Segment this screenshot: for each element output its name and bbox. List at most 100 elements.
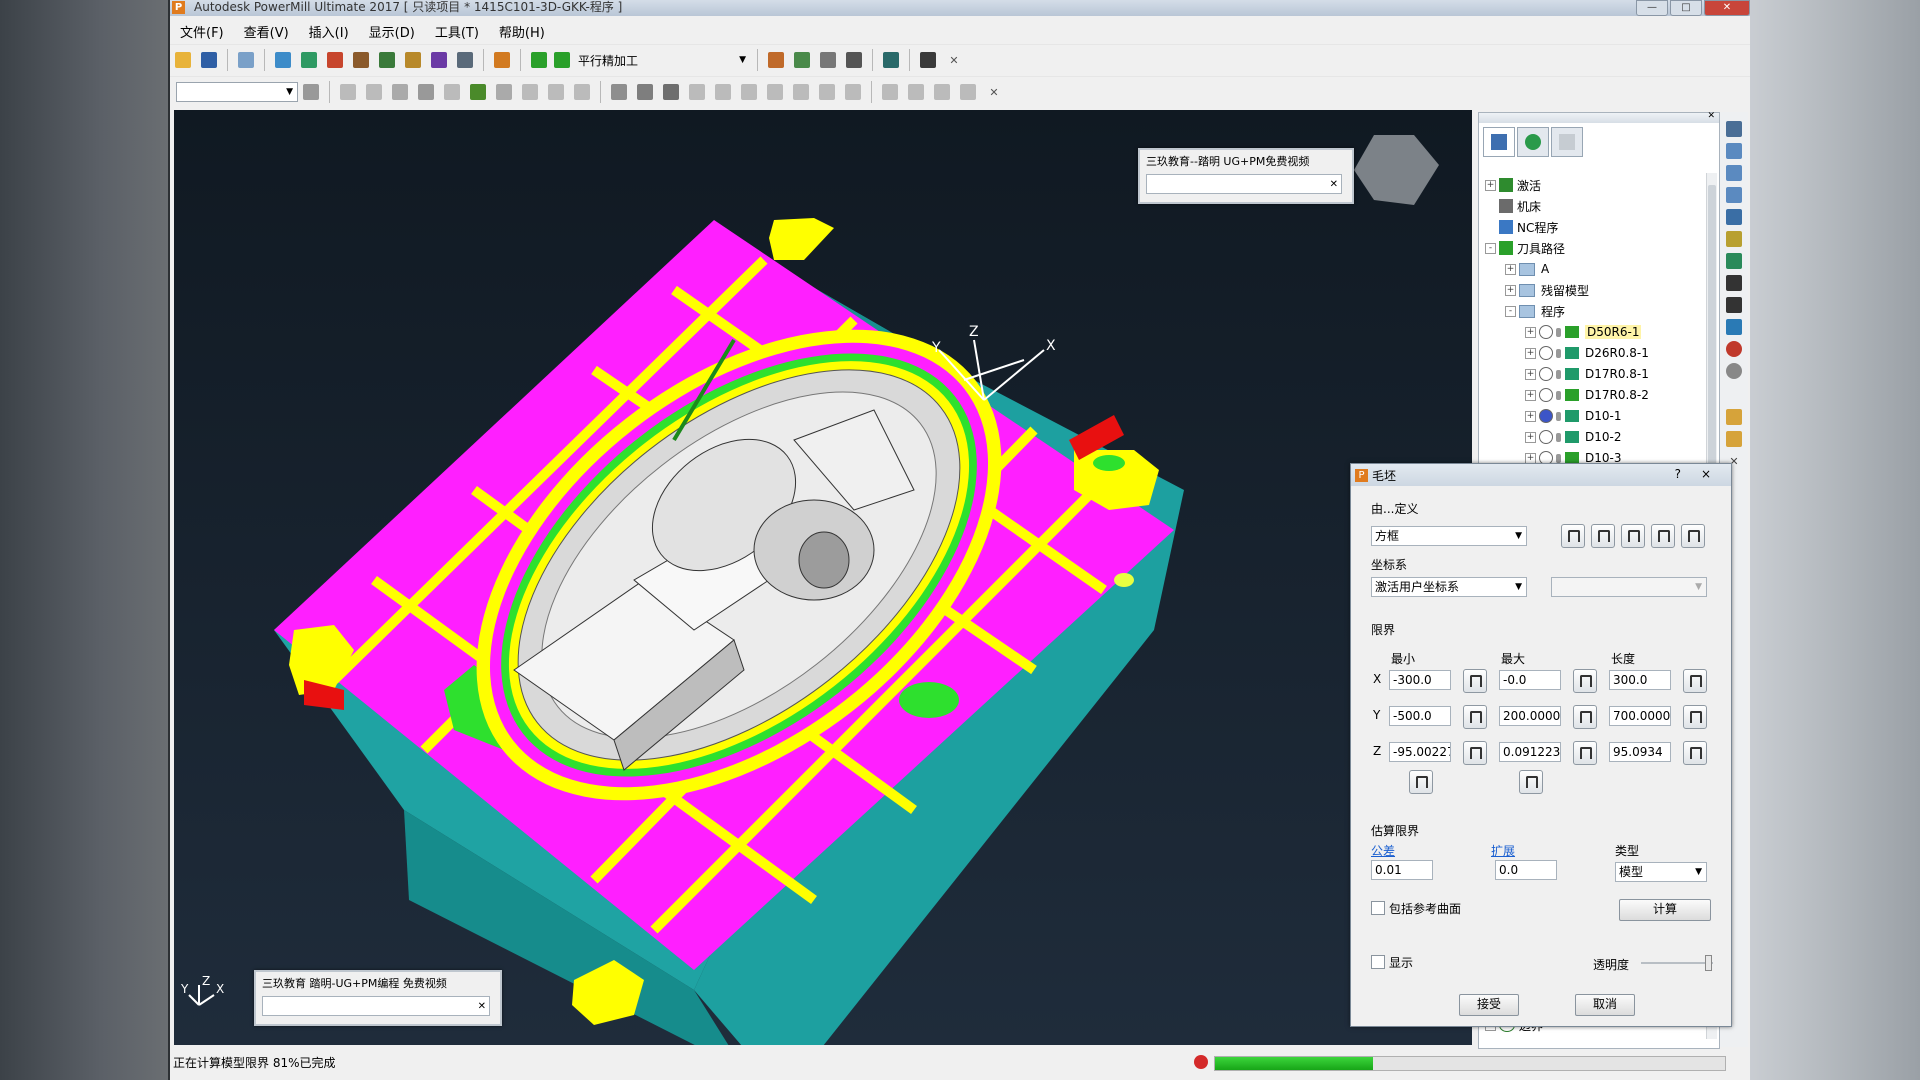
magnet-button[interactable] bbox=[931, 81, 953, 103]
points-button[interactable] bbox=[686, 81, 708, 103]
expand-link[interactable]: 扩展 bbox=[1491, 842, 1515, 859]
menu-help[interactable]: 帮助(H) bbox=[489, 22, 555, 41]
view-cube-icon[interactable] bbox=[1354, 135, 1439, 205]
check-icon[interactable] bbox=[1539, 388, 1553, 402]
lock-block-button[interactable] bbox=[1681, 524, 1705, 548]
x-max-lock-button[interactable] bbox=[1573, 669, 1597, 693]
copy-button[interactable] bbox=[519, 81, 541, 103]
boundary-button[interactable] bbox=[467, 81, 489, 103]
dialog-close-button[interactable]: × bbox=[1701, 467, 1711, 481]
sidebar-view-button-5[interactable] bbox=[1723, 206, 1745, 228]
close-icon[interactable]: ✕ bbox=[478, 997, 486, 1015]
menu-insert[interactable]: 插入(I) bbox=[299, 22, 359, 41]
curve-button[interactable] bbox=[712, 81, 734, 103]
z-min-pick-button[interactable] bbox=[1409, 770, 1433, 794]
expander-icon[interactable]: + bbox=[1525, 452, 1536, 464]
sidebar-frame-button[interactable] bbox=[1723, 294, 1745, 316]
shaded-view-button[interactable] bbox=[608, 81, 630, 103]
y-length-field[interactable]: 700.0000 bbox=[1609, 706, 1671, 726]
maximize-button[interactable]: □ bbox=[1670, 0, 1702, 16]
transparency-handle[interactable] bbox=[1705, 955, 1712, 971]
sidebar-view-button-3[interactable] bbox=[1723, 162, 1745, 184]
tree-item-1[interactable]: 机床 bbox=[1485, 196, 1541, 216]
menu-file[interactable]: 文件(F) bbox=[170, 22, 234, 41]
visibility-icon[interactable] bbox=[1556, 369, 1561, 379]
draft-button[interactable] bbox=[738, 81, 760, 103]
tool-button[interactable] bbox=[454, 49, 476, 71]
toolbar-close-button[interactable]: ✕ bbox=[943, 49, 965, 71]
plain-shade-button[interactable] bbox=[634, 81, 656, 103]
slope-button[interactable] bbox=[790, 81, 812, 103]
sidebar-globe-button[interactable] bbox=[1723, 360, 1745, 382]
x-min-field[interactable]: -300.0 bbox=[1389, 670, 1451, 690]
flat-button[interactable] bbox=[842, 81, 864, 103]
expander-icon[interactable]: + bbox=[1525, 368, 1536, 380]
calculate-button[interactable]: 计算 bbox=[1619, 899, 1711, 921]
tree-item-0[interactable]: + 激活 bbox=[1485, 175, 1541, 195]
tool-axis-button[interactable] bbox=[428, 49, 450, 71]
tree-item-3[interactable]: - 刀具路径 bbox=[1485, 238, 1565, 258]
sidebar-view-button-2[interactable] bbox=[1723, 140, 1745, 162]
y-max-lock-button[interactable] bbox=[1573, 705, 1597, 729]
eraser-button[interactable] bbox=[957, 81, 979, 103]
probe-button[interactable] bbox=[441, 81, 463, 103]
tree-folder-0[interactable]: + A bbox=[1505, 259, 1549, 279]
strategy-combo[interactable]: 平行精加工 ▼ bbox=[554, 49, 750, 71]
expander-icon[interactable]: - bbox=[1485, 242, 1496, 254]
calculator-button[interactable] bbox=[817, 49, 839, 71]
tree-toolpath-5[interactable]: + D10-2 bbox=[1525, 427, 1621, 447]
zoom-button[interactable] bbox=[879, 81, 901, 103]
tree-toolpath-2[interactable]: + D17R0.8-1 bbox=[1525, 364, 1649, 384]
calculate-toolpath-button[interactable] bbox=[528, 49, 550, 71]
sidebar-select-button[interactable] bbox=[1723, 406, 1745, 428]
coord-secondary-select[interactable]: ▼ bbox=[1551, 577, 1707, 597]
tree-folder-2[interactable]: - 程序 bbox=[1505, 301, 1565, 321]
menu-display[interactable]: 显示(D) bbox=[359, 22, 425, 41]
print-button[interactable] bbox=[235, 49, 257, 71]
accept-button[interactable]: 接受 bbox=[1459, 994, 1519, 1016]
tolerance-link[interactable]: 公差 bbox=[1371, 842, 1395, 859]
visibility-icon[interactable] bbox=[1556, 432, 1561, 442]
x-length-lock-button[interactable] bbox=[1683, 669, 1707, 693]
measure-button[interactable] bbox=[545, 81, 567, 103]
selection-combo[interactable]: ▼ bbox=[176, 82, 298, 102]
tree-toolpath-3[interactable]: + D17R0.8-2 bbox=[1525, 385, 1649, 405]
panel-close-icon[interactable]: ✕ bbox=[1707, 111, 1715, 121]
x-max-field[interactable]: -0.0 bbox=[1499, 670, 1561, 690]
rapid-move-button[interactable] bbox=[298, 49, 320, 71]
sidebar-undo-button[interactable] bbox=[1723, 428, 1745, 450]
sidebar-view-button-4[interactable] bbox=[1723, 184, 1745, 206]
expander-icon[interactable]: + bbox=[1525, 410, 1536, 422]
delete-button[interactable] bbox=[571, 81, 593, 103]
pin-button[interactable] bbox=[905, 81, 927, 103]
angle-button[interactable] bbox=[764, 81, 786, 103]
z-max-field[interactable]: 0.091223 bbox=[1499, 742, 1561, 762]
block-button[interactable] bbox=[272, 49, 294, 71]
toolpath-strategy-button[interactable] bbox=[491, 49, 513, 71]
sidebar-zoom-button[interactable] bbox=[1723, 228, 1745, 250]
reset-block-button[interactable] bbox=[1621, 524, 1645, 548]
leads-button[interactable] bbox=[350, 49, 372, 71]
z-length-lock-button[interactable] bbox=[1683, 741, 1707, 765]
close-window-button[interactable]: ✕ bbox=[1704, 0, 1750, 16]
expander-icon[interactable]: + bbox=[1505, 284, 1516, 296]
sidebar-refresh-button[interactable] bbox=[1723, 250, 1745, 272]
expander-icon[interactable]: + bbox=[1525, 326, 1536, 338]
type-select[interactable]: 模型 ▼ bbox=[1615, 862, 1707, 882]
feeds-button[interactable] bbox=[324, 49, 346, 71]
z-min-field[interactable]: -95.00227 bbox=[1389, 742, 1451, 762]
ruler-button[interactable] bbox=[843, 49, 865, 71]
include-ref-checkbox[interactable] bbox=[1371, 901, 1385, 915]
solid-button[interactable] bbox=[415, 81, 437, 103]
mountain-button[interactable] bbox=[816, 81, 838, 103]
check-icon[interactable] bbox=[1539, 346, 1553, 360]
y-max-field[interactable]: 200.0000 bbox=[1499, 706, 1561, 726]
y-length-lock-button[interactable] bbox=[1683, 705, 1707, 729]
show-checkbox[interactable] bbox=[1371, 955, 1385, 969]
close-icon[interactable]: ✕ bbox=[1330, 175, 1338, 193]
visibility-icon[interactable] bbox=[1556, 348, 1561, 358]
menu-tools[interactable]: 工具(T) bbox=[425, 22, 489, 41]
copy-block-button[interactable] bbox=[1651, 524, 1675, 548]
graphics-viewport[interactable]: X Y Z Z X Y 三玖教育--踏明 UG+PM免费视频 ✕ 三玖教育 踏明… bbox=[174, 110, 1472, 1045]
sidebar-block-button[interactable] bbox=[1723, 316, 1745, 338]
